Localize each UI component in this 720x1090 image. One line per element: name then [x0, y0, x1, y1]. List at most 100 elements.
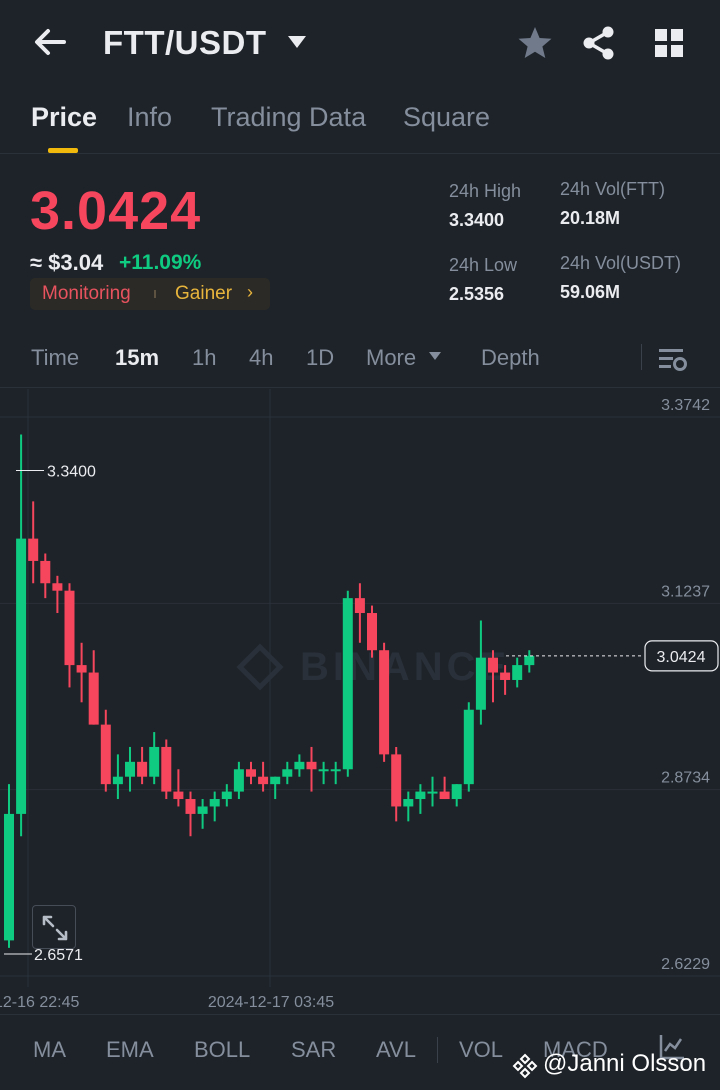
usd-price: ≈ $3.04	[30, 250, 104, 275]
max-price-label: 3.3400	[47, 463, 96, 480]
candle-body	[354, 598, 365, 614]
stat-vol-quote-label: 24h Vol(USDT)	[560, 253, 682, 273]
candle-body	[233, 769, 244, 792]
candle-body	[76, 665, 87, 673]
candle-body	[270, 776, 281, 785]
tab-trading-data[interactable]: Trading Data	[211, 102, 366, 133]
candle-body	[330, 769, 341, 772]
candle-body	[40, 560, 51, 584]
indicator-ema[interactable]: EMA	[106, 1037, 154, 1063]
tab-price[interactable]: Price	[31, 102, 97, 133]
candle-body	[512, 665, 523, 680]
tag-separator	[154, 290, 156, 298]
candle-body	[258, 776, 269, 785]
stat-vol-base-value: 20.18M	[560, 208, 621, 228]
stat-vol-base-label: 24h Vol(FTT)	[560, 179, 666, 199]
interval-time[interactable]: Time	[31, 345, 79, 371]
candle-body	[197, 806, 208, 814]
stat-high-value: 3.3400	[449, 210, 505, 230]
candle-body	[209, 799, 220, 807]
binance-watermark-logo	[236, 643, 284, 691]
candle-body	[185, 799, 196, 814]
interval-1h[interactable]: 1h	[192, 345, 216, 371]
candle-body	[16, 538, 27, 814]
expand-icon	[42, 915, 68, 941]
candle-body	[403, 799, 414, 807]
star-icon[interactable]	[516, 24, 554, 62]
candle-body	[112, 776, 123, 785]
tag-pill[interactable]: Monitoring Gainer ›	[30, 278, 270, 310]
indicator-boll[interactable]: BOLL	[194, 1037, 250, 1063]
tab-bar: Price Info Trading Data Square	[0, 92, 720, 154]
candle-body	[524, 655, 535, 666]
price-change: +11.09%	[119, 251, 202, 274]
top-bar: FTT/USDT	[0, 0, 720, 88]
stat-low-label: 24h Low	[449, 255, 518, 275]
pair-title[interactable]: FTT/USDT	[103, 24, 266, 62]
last-price: 3.0424	[30, 181, 202, 241]
binance-logo-icon	[512, 1053, 538, 1079]
back-arrow-icon[interactable]	[30, 22, 70, 62]
interval-divider	[641, 344, 642, 370]
tab-square[interactable]: Square	[403, 102, 490, 133]
chevron-right-icon: ›	[247, 282, 253, 302]
candle-body	[52, 583, 63, 591]
candle-body	[318, 769, 329, 772]
chart-canvas[interactable]: 3.37423.12372.87342.6229BINANCE3.34002.6…	[0, 389, 720, 1014]
more-caret-icon[interactable]	[428, 351, 442, 361]
candle-body	[149, 746, 160, 777]
candle-body	[475, 657, 486, 710]
indicator-sar[interactable]: SAR	[291, 1037, 336, 1063]
tag-gainer: Gainer	[175, 283, 233, 304]
interval-4h[interactable]: 4h	[249, 345, 273, 371]
share-icon[interactable]	[580, 24, 618, 62]
stat-vol-quote-value: 59.06M	[560, 282, 621, 302]
active-tab-indicator	[48, 148, 78, 153]
candle-body	[282, 769, 293, 777]
candle-body	[379, 650, 390, 755]
candle-body	[246, 769, 256, 777]
indicator-ma[interactable]: MA	[33, 1037, 66, 1063]
candle-body	[342, 598, 353, 770]
candle-body	[4, 813, 14, 941]
candle-body	[415, 791, 426, 800]
candle-body	[221, 791, 232, 800]
candle-body	[391, 754, 402, 807]
candle-body	[439, 791, 450, 800]
indicator-avl[interactable]: AVL	[376, 1037, 416, 1063]
expand-chart-button[interactable]	[32, 905, 76, 949]
y-tick-label: 3.3742	[661, 397, 710, 414]
tag-monitoring: Monitoring	[42, 283, 131, 304]
candle-body	[427, 791, 438, 794]
candle-body	[451, 784, 462, 800]
candlestick-chart[interactable]: 3.3742 3.1237 2.8734 2.6229 BINANCE 3.3400 2.6…	[0, 389, 720, 1014]
stat-high-label: 24h High	[449, 181, 522, 201]
indicator-divider	[437, 1037, 438, 1063]
caret-down-icon[interactable]	[286, 34, 308, 50]
candle-body	[125, 761, 135, 777]
candle-body	[137, 761, 148, 777]
interval-bar: Time 15m 1h 4h 1D More Depth	[0, 330, 720, 388]
candle-body	[294, 761, 305, 770]
grid-icon[interactable]	[652, 26, 686, 60]
candle-body	[100, 724, 111, 785]
candle-body	[367, 613, 377, 651]
chart-settings-icon[interactable]	[656, 344, 688, 374]
candle-body	[64, 590, 75, 666]
candle-body	[173, 791, 184, 800]
candle-body	[88, 672, 99, 725]
interval-1d[interactable]: 1D	[306, 345, 334, 371]
interval-more[interactable]: More	[366, 345, 416, 371]
interval-15m[interactable]: 15m	[115, 345, 159, 371]
stat-low-value: 2.5356	[449, 284, 505, 304]
x-tick-label: 12-16 22:45	[0, 994, 80, 1011]
x-tick-label: 2024-12-17 03:45	[208, 994, 334, 1011]
candle-body	[488, 657, 498, 673]
candle-body	[28, 538, 39, 561]
current-price-label: 3.0424	[657, 649, 706, 666]
y-tick-label: 2.8734	[661, 770, 710, 787]
depth-tab[interactable]: Depth	[481, 345, 540, 371]
indicator-vol[interactable]: VOL	[459, 1037, 503, 1063]
tab-info[interactable]: Info	[127, 102, 172, 133]
watermark-user: @Janni Olsson	[543, 1050, 707, 1077]
